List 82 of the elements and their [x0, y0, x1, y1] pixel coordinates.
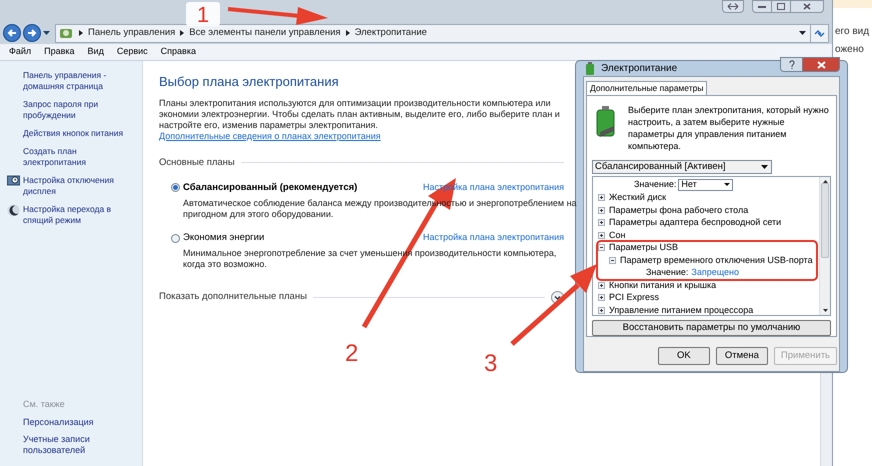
- expand-icon[interactable]: [598, 306, 605, 314]
- intro-text: Планы электропитания используются для оптимизации производительности компьютера или экономии электроэнергии. Чтобы сделать план активным, выделите его, либо выберите план и настройте его, изменив параметры электропитания. Дополнительные сведения о планах электропитания: [159, 98, 561, 142]
- arrow-right-icon: [27, 29, 37, 37]
- dropdown-caret-icon[interactable]: [724, 183, 730, 186]
- dropdown-caret-icon[interactable]: [799, 31, 806, 35]
- forward-button[interactable]: [23, 24, 41, 42]
- breadcrumb-item[interactable]: Все элементы панели управления: [189, 26, 341, 40]
- sidebar-link[interactable]: Персонализация: [23, 417, 123, 428]
- tree-item[interactable]: Параметры USB: [609, 241, 678, 254]
- scrollbar[interactable]: [819, 177, 830, 315]
- sidebar-link[interactable]: Панель управления - домашняя страница: [23, 70, 141, 92]
- breadcrumb-item[interactable]: Электропитание: [354, 26, 427, 40]
- section-heading: Основные планы: [159, 156, 235, 170]
- collapse-icon[interactable]: [598, 244, 605, 252]
- section-heading: Показать дополнительные планы: [159, 290, 307, 304]
- menu-item[interactable]: Справка: [160, 45, 196, 59]
- menu-item[interactable]: Файл: [9, 45, 32, 59]
- radio-button[interactable]: [171, 183, 180, 192]
- breadcrumb-item[interactable]: Панель управления: [88, 26, 176, 40]
- tree-item[interactable]: Жесткий диск: [609, 191, 666, 204]
- setting-value-link[interactable]: Запрещено: [691, 266, 740, 280]
- separator-icon[interactable]: [79, 30, 83, 36]
- restore-defaults-button[interactable]: Восстановить параметры по умолчанию: [592, 320, 831, 336]
- help-icon[interactable]: [781, 58, 803, 71]
- expand-icon[interactable]: [598, 282, 605, 289]
- tree-item[interactable]: Сон: [609, 228, 626, 242]
- collapse-icon[interactable]: [609, 256, 616, 264]
- plan-name: Экономия энергии: [183, 231, 264, 245]
- expand-icon[interactable]: [598, 206, 605, 214]
- arrow-left-icon: [7, 29, 17, 37]
- info-link[interactable]: Дополнительные сведения о планах электропитания: [159, 130, 381, 140]
- expand-icon[interactable]: [598, 294, 605, 302]
- step-number: 2: [345, 339, 358, 369]
- plan-dropdown[interactable]: Сбалансированный [Активен]: [592, 160, 772, 174]
- back-button[interactable]: [3, 24, 21, 42]
- section-heading: См. также: [23, 398, 66, 410]
- dropdown-caret-icon[interactable]: [761, 165, 768, 169]
- tab[interactable]: Дополнительные параметры: [586, 81, 708, 95]
- expand-icon[interactable]: [598, 194, 605, 202]
- notification-bar: [833, 0, 872, 8]
- radio-button[interactable]: [171, 234, 180, 243]
- sidebar-link[interactable]: Действия кнопок питания: [23, 128, 141, 139]
- tree-item[interactable]: PCI Express: [609, 291, 660, 304]
- resize-icon[interactable]: [722, 0, 744, 13]
- setting-label: Значение:: [634, 178, 676, 191]
- step-number: 3: [484, 349, 498, 379]
- value-dropdown[interactable]: Нет: [678, 178, 734, 191]
- menu-item[interactable]: Вид: [88, 45, 104, 59]
- dialog-button[interactable]: Отмена: [716, 347, 768, 365]
- sidebar-link[interactable]: Настройка перехода в спящий режим: [23, 204, 141, 226]
- sidebar-link[interactable]: Настройка отключения дисплея: [23, 175, 141, 197]
- separator-icon[interactable]: [180, 30, 184, 36]
- setting-label: Значение:: [646, 266, 688, 279]
- background-text: его вид: [835, 25, 870, 39]
- tree-item[interactable]: Параметр временного отключения USB-порта: [620, 254, 813, 267]
- tree-item[interactable]: Управление питанием процессора: [609, 304, 754, 317]
- expand-icon[interactable]: [598, 219, 605, 226]
- sidebar-link[interactable]: Запрос пароля при пробуждении: [23, 99, 141, 121]
- history-caret-icon[interactable]: [43, 30, 51, 36]
- expand-icon[interactable]: [598, 232, 605, 239]
- dialog-button[interactable]: OK: [658, 347, 710, 365]
- dialog-title: Электропитание: [601, 62, 678, 76]
- close-icon[interactable]: [803, 58, 839, 71]
- background-text: ожено: [835, 43, 865, 57]
- menu-item[interactable]: Правка: [44, 45, 75, 59]
- step-number: 1: [186, 2, 220, 26]
- sidebar-link[interactable]: Создать план электропитания: [23, 146, 141, 168]
- description-text: Выберите план электропитания, который нужно настроить, а затем выберите нужные параметры для управления питанием компьютера.: [628, 104, 830, 152]
- tree-item[interactable]: Параметры фона рабочего стола: [609, 204, 748, 217]
- monitor-clock-icon: [7, 175, 20, 188]
- separator-icon[interactable]: [346, 30, 350, 36]
- page-title: Выбор плана электропитания: [159, 73, 340, 91]
- address-bar[interactable]: Панель управления Все элементы панели управления Электропитание: [55, 24, 829, 42]
- moon-icon: [7, 204, 20, 217]
- scroll-down-icon[interactable]: [822, 309, 828, 312]
- tree-item[interactable]: Параметры адаптера беспроводной сети: [609, 216, 782, 230]
- tree-item[interactable]: Кнопки питания и крышка: [609, 278, 716, 292]
- menu-item[interactable]: Сервис: [116, 45, 148, 59]
- plan-settings-link[interactable]: Настройка плана электропитания: [422, 231, 564, 245]
- scrollbar-thumb[interactable]: [821, 183, 829, 258]
- plan-name: Сбалансированный (рекомендуется): [183, 180, 358, 195]
- sidebar-link[interactable]: Учетные записи пользователей: [23, 434, 123, 456]
